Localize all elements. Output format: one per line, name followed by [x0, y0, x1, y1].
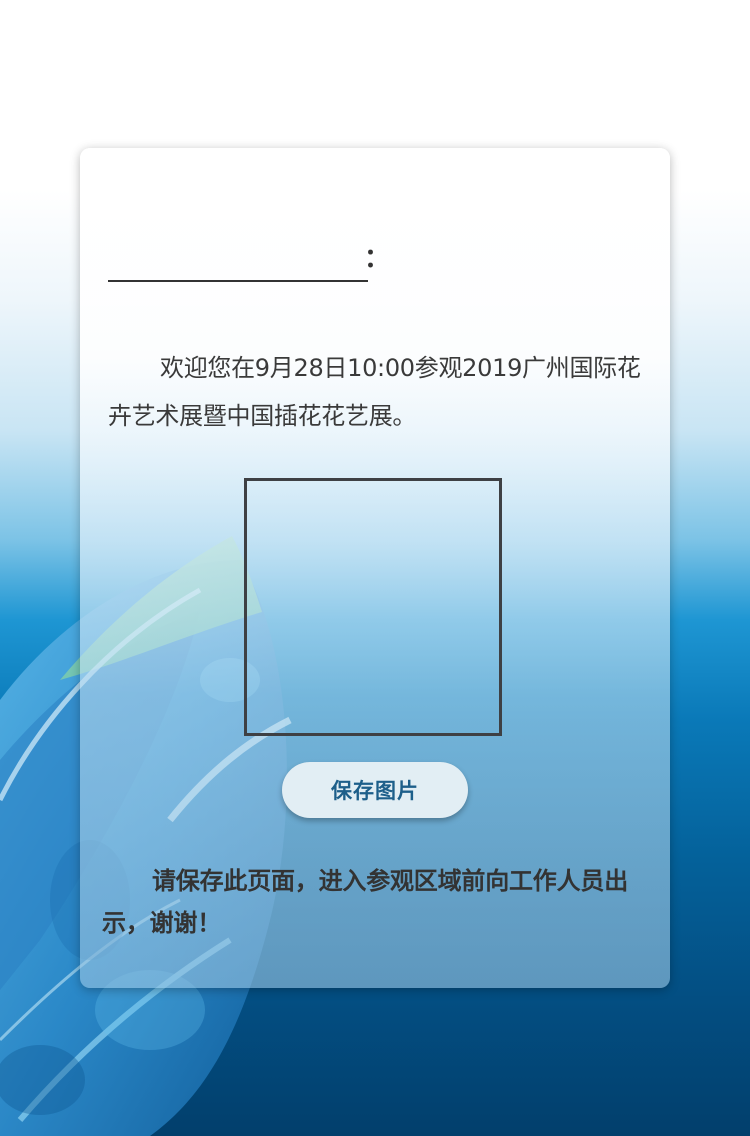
- notice-message: 请保存此页面，进入参观区域前向工作人员出示，谢谢！: [102, 867, 628, 937]
- name-colon: ：: [364, 244, 391, 274]
- invitation-card: ： 欢迎您在9月28日10:00参观2019广州国际花卉艺术展暨中国插花花艺展。…: [80, 148, 670, 988]
- save-image-button[interactable]: 保存图片: [282, 762, 468, 818]
- qr-code-frame: [244, 478, 502, 736]
- welcome-message: 欢迎您在9月28日10:00参观2019广州国际花卉艺术展暨中国插花花艺展。: [108, 354, 641, 430]
- name-underline: [108, 280, 368, 282]
